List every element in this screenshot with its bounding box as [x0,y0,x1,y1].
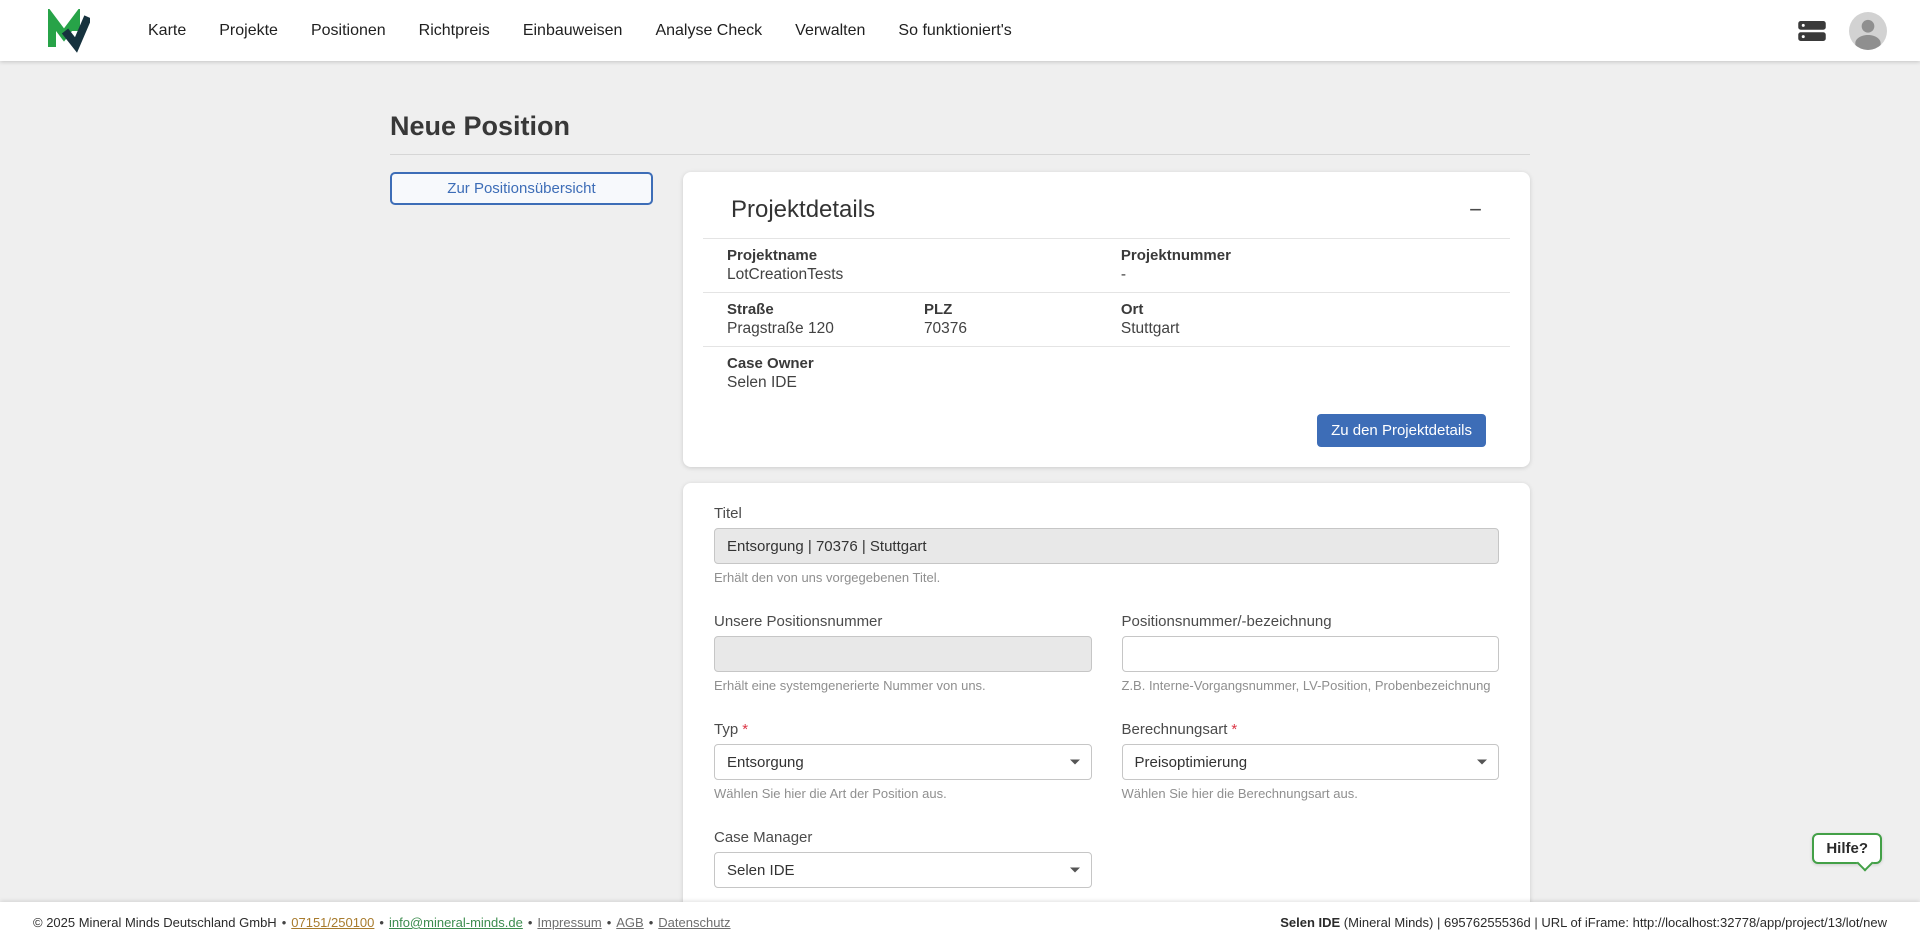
nav-richtpreis[interactable]: Richtpreis [419,22,490,40]
positionsnummer-field: Positionsnummer/-bezeichnung Z.B. Intern… [1122,613,1500,693]
footer: © 2025 Mineral Minds Deutschland GmbH • … [0,902,1920,943]
right-column: Projektdetails − Projektname LotCreation… [683,172,1530,930]
nav-so-funktionierts[interactable]: So funktioniert's [898,22,1011,40]
footer-session-info: Selen IDE (Mineral Minds) | 69576255536d… [1280,915,1887,930]
ort-label: Ort [1121,301,1486,318]
titel-helper: Erhält den von uns vorgegebenen Titel. [714,570,1499,585]
nav-analyse-check[interactable]: Analyse Check [655,22,762,40]
footer-separator: • [379,915,384,930]
footer-user-name: Selen IDE [1280,915,1340,930]
table-row: Case Owner Selen IDE [703,347,1510,401]
positionsnummer-input[interactable] [1122,636,1500,672]
strasse-value: Pragstraße 120 [727,320,876,338]
typ-select-value: Entsorgung [727,754,804,771]
left-column: Zur Positionsübersicht [390,172,653,205]
nav-projekte[interactable]: Projekte [219,22,278,40]
back-to-positions-button[interactable]: Zur Positionsübersicht [390,172,653,205]
project-details-button[interactable]: Zu den Projektdetails [1317,414,1486,447]
unsere-positionsnummer-helper: Erhält eine systemgenerierte Nummer von … [714,678,1092,693]
chevron-down-icon [1070,760,1080,765]
collapse-icon[interactable]: − [1469,199,1482,221]
project-details-table: Projektname LotCreationTests Projektnumm… [703,238,1510,400]
agb-link[interactable]: AGB [616,915,643,930]
berechnungsart-select-value: Preisoptimierung [1135,754,1248,771]
mineral-minds-logo-icon [46,9,90,53]
case-owner-label: Case Owner [727,355,1486,372]
berechnungsart-label-text: Berechnungsart [1122,721,1228,738]
project-details-card: Projektdetails − Projektname LotCreation… [683,172,1530,467]
project-card-title: Projektdetails [731,196,875,224]
title-divider [390,154,1530,155]
user-avatar[interactable] [1849,12,1887,50]
typ-helper: Wählen Sie hier die Art der Position aus… [714,786,1092,801]
copyright-text: © 2025 Mineral Minds Deutschland GmbH [33,915,277,930]
chevron-down-icon [1070,868,1080,873]
required-asterisk: * [1231,721,1237,738]
case-manager-field: Case Manager Selen IDE [714,829,1092,888]
projektname-value: LotCreationTests [727,266,1073,284]
phone-link[interactable]: 07151/250100 [291,915,374,930]
unsere-positionsnummer-input [714,636,1092,672]
footer-separator: • [649,915,654,930]
titel-field: Titel Erhält den von uns vorgegebenen Ti… [714,505,1499,585]
footer-left: © 2025 Mineral Minds Deutschland GmbH • … [33,915,731,930]
unsere-positionsnummer-field: Unsere Positionsnummer Erhält eine syste… [714,613,1092,693]
titel-input [714,528,1499,564]
email-link[interactable]: info@mineral-minds.de [389,915,523,930]
projektnummer-label: Projektnummer [1121,247,1486,264]
position-form-card: Titel Erhält den von uns vorgegebenen Ti… [683,483,1530,930]
titel-label: Titel [714,505,1499,522]
footer-session-text: (Mineral Minds) | 69576255536d | URL of … [1340,915,1887,930]
typ-select[interactable]: Entsorgung [714,744,1092,780]
projektnummer-value: - [1121,266,1486,284]
case-manager-label: Case Manager [714,829,1092,846]
typ-field: Typ* Entsorgung Wählen Sie hier die Art … [714,721,1092,801]
strasse-label: Straße [727,301,876,318]
positionsnummer-label: Positionsnummer/-bezeichnung [1122,613,1500,630]
berechnungsart-label: Berechnungsart* [1122,721,1500,738]
ort-value: Stuttgart [1121,320,1486,338]
table-row: Straße Pragstraße 120 PLZ 70376 Ort Stut… [703,293,1510,347]
brand-logo[interactable] [46,8,92,54]
footer-separator: • [528,915,533,930]
berechnungsart-helper: Wählen Sie hier die Berechnungsart aus. [1122,786,1500,801]
typ-label: Typ* [714,721,1092,738]
datenschutz-link[interactable]: Datenschutz [658,915,730,930]
impressum-link[interactable]: Impressum [537,915,601,930]
nav-einbauweisen[interactable]: Einbauweisen [523,22,623,40]
typ-label-text: Typ [714,721,738,738]
case-manager-select-value: Selen IDE [727,862,795,879]
nav-verwalten[interactable]: Verwalten [795,22,865,40]
server-icon[interactable] [1797,18,1827,44]
case-owner-value: Selen IDE [727,374,1486,392]
unsere-positionsnummer-label: Unsere Positionsnummer [714,613,1092,630]
case-manager-select[interactable]: Selen IDE [714,852,1092,888]
footer-separator: • [607,915,612,930]
table-row: Projektname LotCreationTests Projektnumm… [703,239,1510,293]
app-header: Karte Projekte Positionen Richtpreis Ein… [0,0,1920,61]
help-button-label: Hilfe? [1826,840,1868,857]
plz-label: PLZ [924,301,1073,318]
plz-value: 70376 [924,320,1073,338]
required-asterisk: * [742,721,748,738]
footer-separator: • [282,915,287,930]
page-title: Neue Position [390,111,1530,154]
help-button[interactable]: Hilfe? [1812,833,1882,864]
person-icon [1849,12,1887,50]
header-actions [1797,12,1887,50]
projektname-label: Projektname [727,247,1073,264]
nav-positionen[interactable]: Positionen [311,22,386,40]
main-nav: Karte Projekte Positionen Richtpreis Ein… [148,22,1012,40]
berechnungsart-field: Berechnungsart* Preisoptimierung Wählen … [1122,721,1500,801]
chevron-down-icon [1477,760,1487,765]
main-content: Neue Position Zur Positionsübersicht Pro… [390,0,1530,930]
nav-karte[interactable]: Karte [148,22,186,40]
berechnungsart-select[interactable]: Preisoptimierung [1122,744,1500,780]
positionsnummer-helper: Z.B. Interne-Vorgangsnummer, LV-Position… [1122,678,1500,693]
